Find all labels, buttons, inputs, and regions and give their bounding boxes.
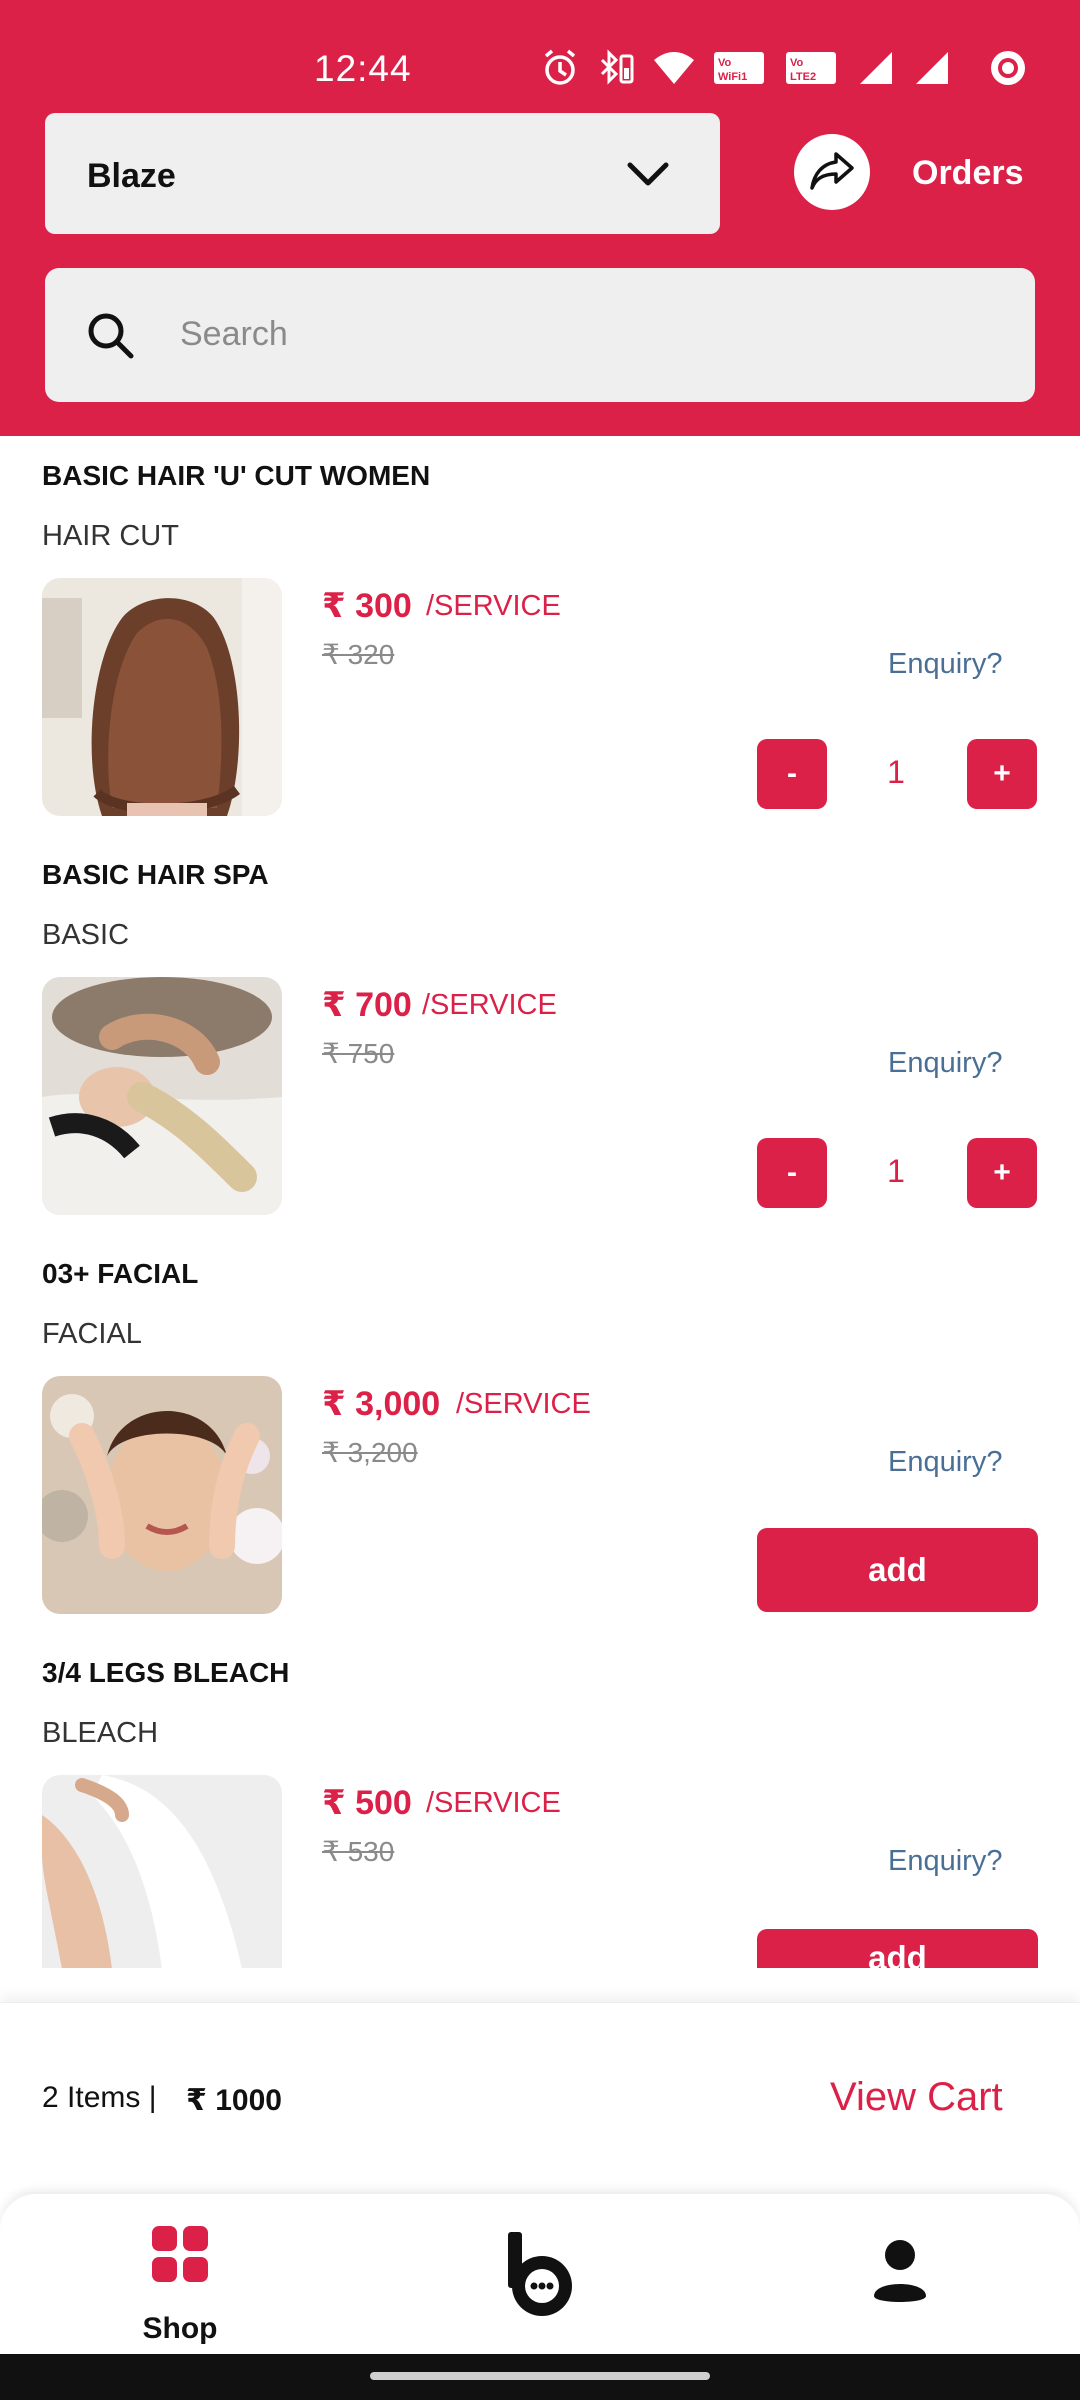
- signal-icon-2: [912, 48, 952, 88]
- search-bar[interactable]: [45, 268, 1035, 402]
- status-time: 12:44: [314, 48, 412, 89]
- quantity-value: 1: [887, 754, 905, 790]
- item-title: 03+ FACIAL: [42, 1258, 199, 1289]
- item-category: FACIAL: [42, 1318, 142, 1350]
- list-item: BASIC HAIR 'U' CUT WOMEN HAIR CUT ₹ 300 …: [0, 436, 1080, 835]
- list-item: 03+ FACIAL FACIAL ₹ 3,000 /SERVICE ₹ 3,2…: [0, 1234, 1080, 1633]
- cart-summary-bar: 2 Items | ₹ 1000 View Cart: [0, 2002, 1080, 2192]
- item-category: BASIC: [42, 919, 130, 951]
- alarm-icon: [540, 48, 580, 88]
- item-image[interactable]: [42, 1775, 282, 1968]
- search-icon: [85, 310, 137, 367]
- list-item: 3/4 LEGS BLEACH BLEACH ₹ 500 /SERVICE ₹ …: [0, 1633, 1080, 1968]
- item-mrp: ₹ 530: [322, 1836, 395, 1867]
- svg-text:Vo: Vo: [718, 57, 732, 69]
- decrement-button[interactable]: -: [757, 739, 827, 809]
- item-price: ₹ 500: [322, 1784, 412, 1822]
- item-image[interactable]: [42, 977, 282, 1215]
- enquiry-link[interactable]: Enquiry?: [888, 1047, 1002, 1080]
- status-icons: Vo WiFi1 Vo LTE2: [540, 48, 1028, 88]
- quantity-value: 1: [887, 1153, 905, 1189]
- item-unit: /SERVICE: [426, 590, 561, 622]
- service-list[interactable]: BASIC HAIR 'U' CUT WOMEN HAIR CUT ₹ 300 …: [0, 436, 1080, 1968]
- gesture-handle[interactable]: [370, 2372, 710, 2380]
- add-button[interactable]: add: [757, 1929, 1038, 1968]
- increment-button[interactable]: +: [967, 1138, 1037, 1208]
- item-image[interactable]: [42, 578, 282, 816]
- vowifi-icon: Vo WiFi1: [712, 48, 768, 88]
- item-category: HAIR CUT: [42, 520, 179, 552]
- item-unit: /SERVICE: [456, 1388, 591, 1420]
- item-title: 3/4 LEGS BLEACH: [42, 1657, 290, 1688]
- store-name: Blaze: [87, 157, 176, 195]
- item-unit: /SERVICE: [422, 989, 557, 1021]
- item-price: ₹ 3,000: [322, 1385, 441, 1423]
- signal-icon-1: [856, 48, 896, 88]
- item-title: BASIC HAIR SPA: [42, 859, 269, 890]
- item-price: ₹ 700: [322, 986, 412, 1024]
- view-cart-button[interactable]: View Cart: [830, 2075, 1003, 2120]
- item-mrp: ₹ 750: [322, 1038, 395, 1069]
- item-image[interactable]: [42, 1376, 282, 1614]
- chat-logo-icon: [500, 2232, 580, 2326]
- chevron-down-icon: [624, 151, 672, 204]
- header: 12:44 Vo WiFi1 Vo LTE2 Blaze Orders Sear…: [0, 0, 1080, 436]
- recording-icon: [988, 48, 1028, 88]
- wifi-icon: [652, 48, 696, 88]
- grid-icon: [150, 2224, 210, 2289]
- store-selector[interactable]: Blaze: [45, 113, 720, 234]
- enquiry-link[interactable]: Enquiry?: [888, 648, 1002, 681]
- item-mrp: ₹ 320: [322, 639, 395, 670]
- share-button[interactable]: [794, 134, 870, 210]
- enquiry-link[interactable]: Enquiry?: [888, 1446, 1002, 1479]
- nav-chat-tab[interactable]: [500, 2230, 580, 2327]
- bluetooth-battery-icon: [596, 48, 636, 88]
- svg-text:LTE2: LTE2: [790, 71, 816, 83]
- item-mrp: ₹ 3,200: [322, 1437, 418, 1468]
- share-arrow-icon: [808, 146, 856, 199]
- item-title: BASIC HAIR 'U' CUT WOMEN: [42, 460, 431, 491]
- item-unit: /SERVICE: [426, 1787, 561, 1819]
- status-bar: 12:44 Vo WiFi1 Vo LTE2: [0, 0, 1080, 100]
- increment-button[interactable]: +: [967, 739, 1037, 809]
- add-button[interactable]: add: [757, 1528, 1038, 1612]
- cart-total: ₹ 1000: [186, 2084, 282, 2117]
- svg-text:Vo: Vo: [790, 57, 804, 69]
- nav-shop-tab[interactable]: Shop: [120, 2224, 240, 2364]
- search-input[interactable]: [180, 304, 980, 364]
- item-category: BLEACH: [42, 1717, 159, 1749]
- enquiry-link[interactable]: Enquiry?: [888, 1845, 1002, 1878]
- cart-item-count: 2 Items |: [42, 2081, 157, 2114]
- item-price: ₹ 300: [322, 587, 412, 625]
- orders-link[interactable]: Orders: [912, 154, 1024, 193]
- user-icon: [870, 2240, 930, 2308]
- list-item: BASIC HAIR SPA BASIC ₹ 700 /SERVICE ₹ 75…: [0, 835, 1080, 1234]
- decrement-button[interactable]: -: [757, 1138, 827, 1208]
- volte-icon: Vo LTE2: [784, 48, 840, 88]
- nav-shop-label: Shop: [142, 2312, 218, 2345]
- svg-text:WiFi1: WiFi1: [718, 71, 747, 83]
- nav-profile-tab[interactable]: [870, 2238, 930, 2309]
